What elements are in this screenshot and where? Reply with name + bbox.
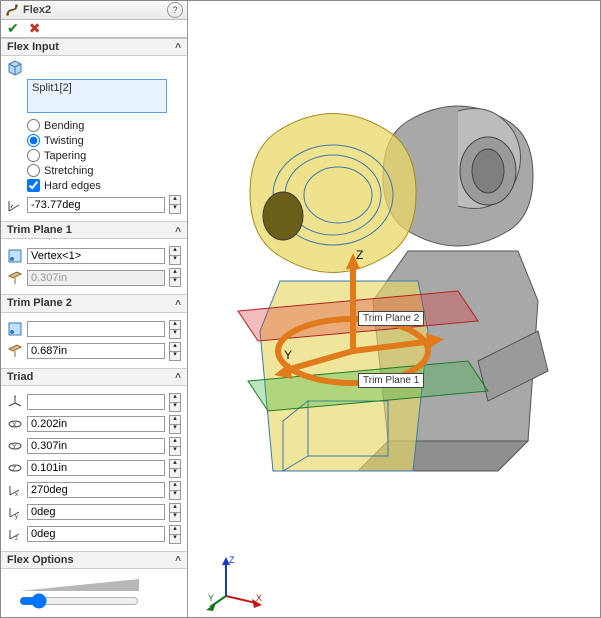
confirm-bar: ✔ ✖: [1, 20, 187, 38]
trim2-dist-spinner[interactable]: ▴▾: [169, 342, 181, 361]
triad-z-field: Z ▴▾: [7, 459, 181, 478]
triad-x-field: X ▴▾: [7, 415, 181, 434]
triad-ry-field: y ▴▾: [7, 503, 181, 522]
triad-z-input[interactable]: [27, 460, 165, 476]
section-body-trim2: ▴▾ ▴▾: [1, 313, 187, 368]
trim2-ref-input[interactable]: [27, 321, 165, 337]
section-body-flex-options: [1, 569, 187, 617]
model-canvas[interactable]: Z Y: [188, 1, 600, 617]
ok-button[interactable]: ✔: [7, 20, 19, 37]
section-label: Triad: [7, 371, 33, 383]
triad-ry-input[interactable]: [27, 504, 165, 520]
section-label: Trim Plane 2: [7, 297, 72, 309]
svg-text:Z: Z: [229, 555, 235, 565]
angle-icon: [7, 197, 23, 213]
section-label: Flex Input: [7, 41, 59, 53]
triad-rz-field: z ▴▾: [7, 525, 181, 544]
rot-z-icon: Z: [7, 460, 23, 476]
hard-edges-checkbox[interactable]: Hard edges: [27, 179, 181, 192]
angle-field: ▴▾: [7, 195, 181, 214]
chevron-up-icon: ˄: [175, 225, 181, 236]
svg-text:y: y: [15, 514, 18, 520]
trim2-ref-field: ▴▾: [7, 320, 181, 339]
body-selection-box[interactable]: Split1[2]: [27, 79, 167, 113]
trim-plane-1-label[interactable]: Trim Plane 1: [358, 373, 424, 388]
section-label: Trim Plane 1: [7, 224, 72, 236]
triad-y-field: Y ▴▾: [7, 437, 181, 456]
chevron-up-icon: ˄: [175, 371, 181, 382]
trim2-dist-field: ▴▾: [7, 342, 181, 361]
triad-x-input[interactable]: [27, 416, 165, 432]
trim1-dist-spinner[interactable]: ▴▾: [169, 268, 181, 287]
triad-ref-field: ▴▾: [7, 393, 181, 412]
trim-plane-2-label[interactable]: Trim Plane 2: [358, 311, 424, 326]
section-label: Flex Options: [7, 554, 74, 566]
triad-rx-field: x ▴▾: [7, 481, 181, 500]
rot-y-icon: Y: [7, 438, 23, 454]
section-body-triad: ▴▾ X ▴▾ Y ▴▾ Z ▴▾ x ▴▾: [1, 386, 187, 551]
vertex-select-icon: [7, 321, 23, 337]
trim1-ref-input[interactable]: [27, 248, 165, 264]
section-header-trim1[interactable]: Trim Plane 1 ˄: [1, 221, 187, 239]
view-csys-icon: Z X Y: [206, 551, 266, 611]
graphics-viewport[interactable]: Z Y Trim Plane 2 Trim Plane 1 Z X Y: [188, 1, 600, 617]
plane-distance-icon: [7, 270, 23, 286]
angle-y-icon: y: [7, 504, 23, 520]
section-header-trim2[interactable]: Trim Plane 2 ˄: [1, 294, 187, 312]
angle-z-icon: z: [7, 526, 23, 542]
trim2-ref-spinner[interactable]: ▴▾: [169, 320, 181, 339]
svg-text:x: x: [15, 492, 18, 498]
mode-stretching[interactable]: Stretching: [27, 164, 181, 177]
axis-y-label: Y: [284, 348, 292, 362]
triad-y-input[interactable]: [27, 438, 165, 454]
panel-title: Flex2: [23, 4, 167, 16]
angle-input[interactable]: [27, 197, 165, 213]
triad-rz-input[interactable]: [27, 526, 165, 542]
trim1-dist-input[interactable]: [27, 270, 165, 286]
mode-tapering[interactable]: Tapering: [27, 149, 181, 162]
property-panel: Flex2 ? ✔ ✖ Flex Input ˄ Split1[2] Bendi…: [1, 1, 188, 617]
svg-text:z: z: [15, 536, 18, 542]
trim1-ref-field: ▴▾: [7, 246, 181, 265]
cancel-button[interactable]: ✖: [29, 20, 41, 37]
triad-rx-input[interactable]: [27, 482, 165, 498]
section-header-flex-input[interactable]: Flex Input ˄: [1, 38, 187, 56]
section-body-trim1: ▴▾ ▴▾: [1, 239, 187, 294]
selected-body: Split1[2]: [32, 82, 72, 94]
section-header-flex-options[interactable]: Flex Options ˄: [1, 551, 187, 569]
quality-wedge-icon: [19, 577, 139, 593]
angle-spinner[interactable]: ▴▾: [169, 195, 181, 214]
axis-z-label: Z: [356, 248, 363, 262]
chevron-up-icon: ˄: [175, 298, 181, 309]
trim1-ref-spinner[interactable]: ▴▾: [169, 246, 181, 265]
triad-ref-spinner[interactable]: ▴▾: [169, 393, 181, 412]
quality-slider[interactable]: [19, 593, 139, 609]
rot-x-icon: X: [7, 416, 23, 432]
chevron-up-icon: ˄: [175, 41, 181, 52]
trim2-dist-input[interactable]: [27, 343, 165, 359]
mode-twisting[interactable]: Twisting: [27, 134, 181, 147]
panel-titlebar: Flex2 ?: [1, 1, 187, 20]
svg-text:Y: Y: [12, 444, 17, 451]
angle-x-icon: x: [7, 482, 23, 498]
svg-text:X: X: [12, 422, 17, 429]
svg-text:Y: Y: [208, 593, 214, 603]
body-select-icon: [7, 60, 23, 76]
chevron-up-icon: ˄: [175, 554, 181, 565]
help-icon[interactable]: ?: [167, 2, 183, 18]
trim1-dist-field: ▴▾: [7, 268, 181, 287]
plane-distance-icon: [7, 343, 23, 359]
triad-icon: [7, 394, 23, 410]
part-preview: [250, 114, 428, 472]
triad-ref-input[interactable]: [27, 394, 165, 410]
mode-bending[interactable]: Bending: [27, 119, 181, 132]
vertex-select-icon: [7, 248, 23, 264]
svg-text:X: X: [256, 593, 262, 603]
svg-text:Z: Z: [12, 466, 17, 473]
section-header-triad[interactable]: Triad ˄: [1, 368, 187, 386]
flex-feature-icon: [5, 3, 19, 17]
section-body-flex-input: Split1[2] Bending Twisting Tapering Stre…: [1, 56, 187, 221]
